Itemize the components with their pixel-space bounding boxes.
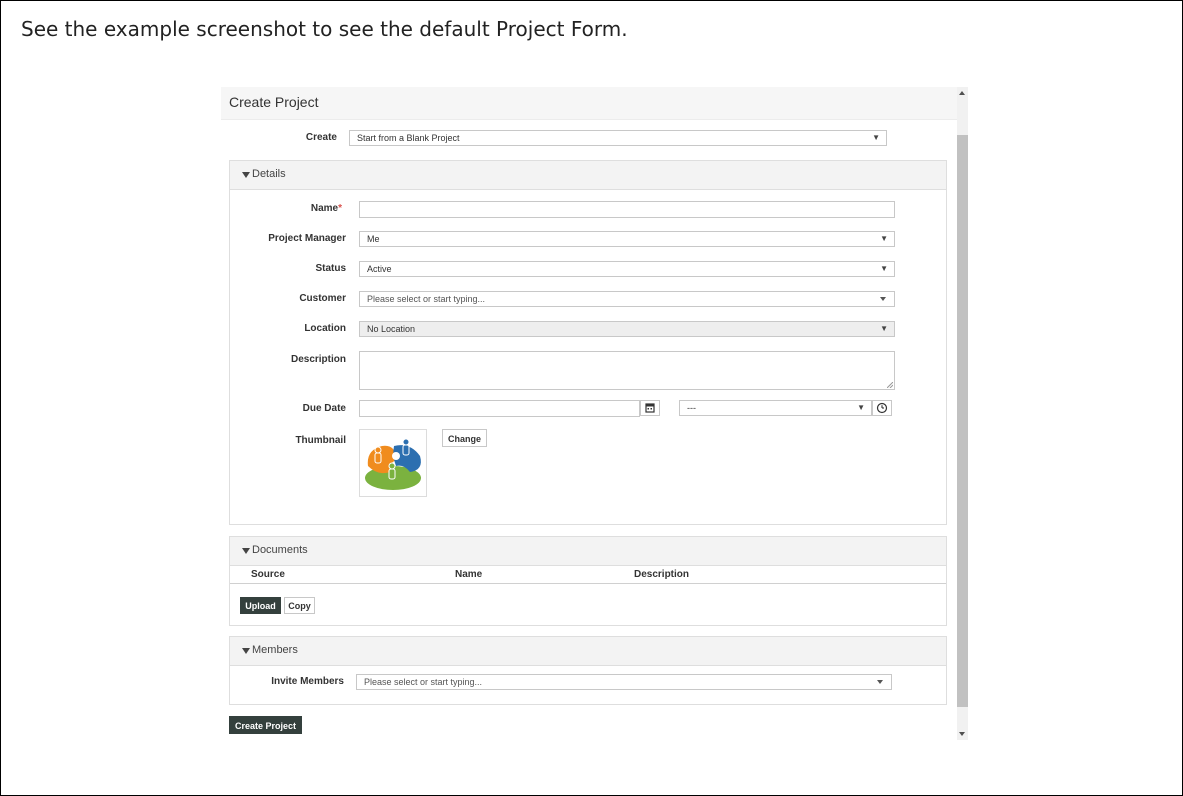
thumbnail-label: Thumbnail	[295, 435, 346, 446]
caret-down-icon	[242, 172, 250, 178]
caret-down-icon	[242, 548, 250, 554]
scroll-up-icon[interactable]	[959, 91, 965, 95]
due-time-select[interactable]: --- ▼	[679, 400, 872, 416]
column-description: Description	[634, 569, 690, 580]
caret-down-icon	[877, 680, 883, 684]
change-thumbnail-button[interactable]: Change	[442, 429, 487, 447]
page-title: Create Project	[229, 94, 319, 110]
due-date-input[interactable]	[359, 400, 640, 417]
members-section-header[interactable]: Members	[230, 637, 946, 666]
location-select[interactable]: No Location ▼	[359, 321, 895, 337]
triangle-down-icon: ▼	[880, 264, 888, 273]
location-value: No Location	[367, 324, 416, 334]
documents-table-header: Source Name Description	[230, 565, 946, 584]
column-source: Source	[251, 569, 285, 580]
members-section-title: Members	[252, 644, 298, 656]
triangle-down-icon: ▼	[872, 133, 880, 142]
invite-members-placeholder: Please select or start typing...	[364, 677, 483, 687]
invite-members-label: Invite Members	[271, 676, 344, 687]
required-mark: *	[338, 203, 342, 214]
create-project-form: Create Project Create Start from a Blank…	[221, 87, 968, 740]
calendar-button[interactable]	[640, 400, 660, 416]
project-manager-value: Me	[367, 234, 380, 244]
scrollbar[interactable]	[957, 87, 968, 740]
documents-section-header[interactable]: Documents	[230, 537, 946, 566]
name-label: Name*	[270, 203, 342, 214]
project-manager-label: Project Manager	[268, 233, 346, 244]
location-label: Location	[304, 323, 346, 334]
name-label-text: Name	[310, 203, 339, 214]
create-select[interactable]: Start from a Blank Project ▼	[349, 130, 887, 146]
resize-handle-icon[interactable]	[887, 382, 893, 388]
caret-down-icon	[242, 648, 250, 654]
form-header: Create Project	[221, 87, 957, 120]
column-name: Name	[455, 569, 483, 580]
invite-members-select[interactable]: Please select or start typing...	[356, 674, 892, 690]
status-label: Status	[315, 263, 346, 274]
create-project-button[interactable]: Create Project	[229, 716, 302, 734]
project-manager-select[interactable]: Me ▼	[359, 231, 895, 247]
documents-section-title: Documents	[252, 544, 308, 556]
scroll-down-icon[interactable]	[959, 732, 965, 736]
due-date-label: Due Date	[302, 403, 346, 414]
customer-placeholder: Please select or start typing...	[367, 294, 486, 304]
description-textarea[interactable]	[359, 351, 895, 390]
name-input[interactable]	[359, 201, 895, 218]
create-label: Create	[305, 132, 337, 143]
customer-label: Customer	[299, 293, 346, 304]
details-section: Details Name* Project Manager Me ▼ Statu…	[229, 160, 947, 525]
copy-button[interactable]: Copy	[284, 597, 315, 614]
status-select[interactable]: Active ▼	[359, 261, 895, 277]
triangle-down-icon: ▼	[880, 324, 888, 333]
intro-text: See the example screenshot to see the de…	[21, 17, 628, 41]
project-thumbnail	[359, 429, 427, 497]
status-value: Active	[367, 264, 392, 274]
upload-button[interactable]: Upload	[240, 597, 281, 614]
documents-section: Documents Source Name Description Upload…	[229, 536, 947, 626]
clock-button[interactable]	[872, 400, 892, 416]
members-section: Members Invite Members Please select or …	[229, 636, 947, 705]
due-time-value: ---	[687, 403, 696, 413]
details-section-title: Details	[252, 168, 286, 180]
description-label: Description	[290, 354, 346, 365]
caret-down-icon	[880, 297, 886, 301]
document-frame: See the example screenshot to see the de…	[0, 0, 1183, 796]
scrollbar-thumb[interactable]	[957, 135, 968, 707]
details-section-header[interactable]: Details	[230, 161, 946, 190]
create-select-value: Start from a Blank Project	[357, 133, 460, 143]
clock-icon	[876, 402, 888, 414]
triangle-down-icon: ▼	[857, 403, 865, 412]
puzzle-people-icon	[365, 438, 421, 490]
customer-select[interactable]: Please select or start typing...	[359, 291, 895, 307]
triangle-down-icon: ▼	[880, 234, 888, 243]
calendar-icon	[645, 403, 655, 413]
